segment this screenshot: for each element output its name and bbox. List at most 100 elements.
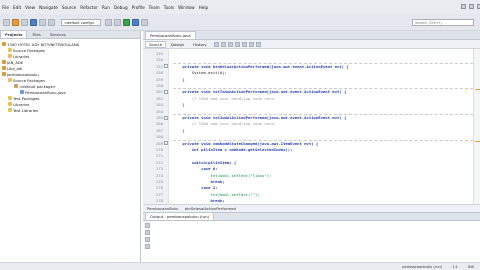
project-tree: 1300 HOTEL ADY NITY/NETENOULANA Source P… <box>0 39 140 113</box>
shift-right-icon[interactable] <box>248 41 254 47</box>
line-number: 276 <box>156 185 163 191</box>
code-line: } <box>173 127 185 133</box>
fold-toggle-icon[interactable] <box>164 141 168 146</box>
status-insert-mode: INS <box>467 264 474 269</box>
project-icon <box>2 42 6 46</box>
menu-help[interactable]: Help <box>199 5 209 10</box>
menu-profile[interactable]: Profile <box>132 5 145 10</box>
shift-left-icon[interactable] <box>241 41 247 47</box>
fold-toggle-icon[interactable] <box>164 64 168 69</box>
folder-icon <box>8 78 12 82</box>
new-file-icon[interactable] <box>3 18 10 26</box>
editor-toolbar: Source Design History <box>143 40 480 49</box>
menu-file[interactable]: File <box>2 5 9 10</box>
rerun-icon[interactable] <box>145 223 150 228</box>
comment-icon[interactable] <box>255 41 261 47</box>
open-project-icon[interactable] <box>21 18 28 26</box>
menu-edit[interactable]: Edit <box>13 5 21 10</box>
project-icon <box>2 60 6 64</box>
tab-projects[interactable]: Projects <box>0 30 28 38</box>
fold-toggle-icon[interactable] <box>164 115 168 120</box>
minimize-icon[interactable] <box>461 4 466 9</box>
status-process[interactable]: pembacaanbuku (run) <box>402 265 442 269</box>
line-number: 277 <box>156 191 163 197</box>
breadcrumb-class[interactable]: PembacaanBuku <box>147 206 179 211</box>
menu-run[interactable]: Run <box>102 5 110 10</box>
code-line: private void cmbKodeStateChanged(java.aw… <box>173 140 319 146</box>
warning-mark[interactable] <box>475 89 480 90</box>
menu-source[interactable]: Source <box>62 5 76 10</box>
redo-icon[interactable] <box>48 18 55 26</box>
menu-refactor[interactable]: Refactor <box>80 5 98 10</box>
code-line: // TODO add your handling code here: <box>173 95 277 101</box>
line-number: 273 <box>156 166 163 172</box>
line-number: 258 <box>156 70 163 76</box>
tree-item-label: Test Packages <box>13 95 40 101</box>
menu-navigate[interactable]: Navigate <box>39 5 58 10</box>
new-project-icon[interactable] <box>12 18 19 26</box>
tree-item-label: PembacaanBuku.java <box>25 89 66 95</box>
code-line: } <box>173 76 185 82</box>
line-number: 263 <box>156 102 163 108</box>
tab-files[interactable]: Files <box>28 31 44 38</box>
breadcrumb-method[interactable]: btnSelesaiActionPerformed <box>185 206 236 211</box>
build-icon[interactable] <box>105 18 112 26</box>
back-icon[interactable] <box>213 41 219 47</box>
code-line: private void txtJudulActionPerformed(jav… <box>173 115 347 120</box>
line-number: 255 <box>156 51 163 56</box>
code-line: case 1: <box>173 185 218 191</box>
tree-item[interactable]: Test Libraries <box>0 107 140 113</box>
code-line: case 0: <box>173 166 218 172</box>
line-number: 261 <box>156 89 163 95</box>
warning-mark[interactable] <box>475 141 480 142</box>
menu-bar: File Edit View Navigate Source Refactor … <box>0 0 480 14</box>
window-controls <box>458 4 480 9</box>
line-number: 264 <box>156 108 163 114</box>
stop-icon[interactable] <box>145 237 150 242</box>
menu-view[interactable]: View <box>25 5 35 10</box>
forward-icon[interactable] <box>220 41 226 47</box>
tab-source[interactable]: Source <box>145 40 167 48</box>
status-caret-position: 1:1 <box>452 264 458 269</box>
menu-tools[interactable]: Tools <box>164 5 174 10</box>
tree-item-label: Libs_adi <box>7 65 23 71</box>
save-all-icon[interactable] <box>30 18 37 26</box>
file-tab[interactable]: PembacaanBuku.java <box>145 31 196 39</box>
toggle-bookmark-icon[interactable] <box>234 41 240 47</box>
tab-history[interactable]: History <box>189 41 211 48</box>
undo-icon[interactable] <box>39 18 46 26</box>
tab-services[interactable]: Services <box>46 31 70 38</box>
error-stripe[interactable] <box>473 49 480 204</box>
config-select[interactable]: <default config> <box>61 18 101 26</box>
tree-item-label: 1300 HOTEL ADY NITY/NETENOULANA <box>7 41 80 47</box>
package-icon <box>14 84 18 88</box>
find-icon[interactable] <box>227 41 233 47</box>
code-line: txtJudul.setText(""); <box>173 191 260 197</box>
folder-icon <box>8 96 12 100</box>
output-toolbar <box>145 223 151 259</box>
line-number: 278 <box>156 198 163 204</box>
fold-toggle-icon[interactable] <box>164 89 168 94</box>
search-input[interactable]: Search (Ctrl+I) <box>412 19 474 26</box>
menu-team[interactable]: Team <box>149 5 160 10</box>
profile-icon[interactable] <box>141 18 148 26</box>
maximize-icon[interactable] <box>469 4 474 9</box>
folder-icon <box>8 102 12 106</box>
rerun-options-icon[interactable] <box>145 230 150 235</box>
menu-debug[interactable]: Debug <box>114 5 128 10</box>
line-number: 270 <box>156 147 163 152</box>
tree-item-label: Source Packages <box>13 77 45 83</box>
navigation-bar: PembacaanBuku btnSelesaiActionPerformed <box>143 204 480 212</box>
run-icon[interactable] <box>123 18 130 26</box>
output-tab[interactable]: Output - pembacaanbuku (run) <box>145 212 215 220</box>
line-gutter: 255 256 257 258 259 260 261 262 263 264 265 266 267 2… <box>143 49 169 204</box>
tab-design[interactable]: Design <box>167 41 188 48</box>
menu-window[interactable]: Window <box>178 5 195 10</box>
clear-icon[interactable] <box>145 244 150 249</box>
code-line: private void btnKeluarActionPerformed(ja… <box>173 63 349 69</box>
line-number: 274 <box>156 172 163 178</box>
debug-icon[interactable] <box>132 18 139 26</box>
clean-build-icon[interactable] <box>114 18 121 26</box>
line-number: 259 <box>156 76 163 82</box>
code-area[interactable]: 255 256 257 258 259 260 261 262 263 264 265 266 267 2… <box>143 49 480 204</box>
